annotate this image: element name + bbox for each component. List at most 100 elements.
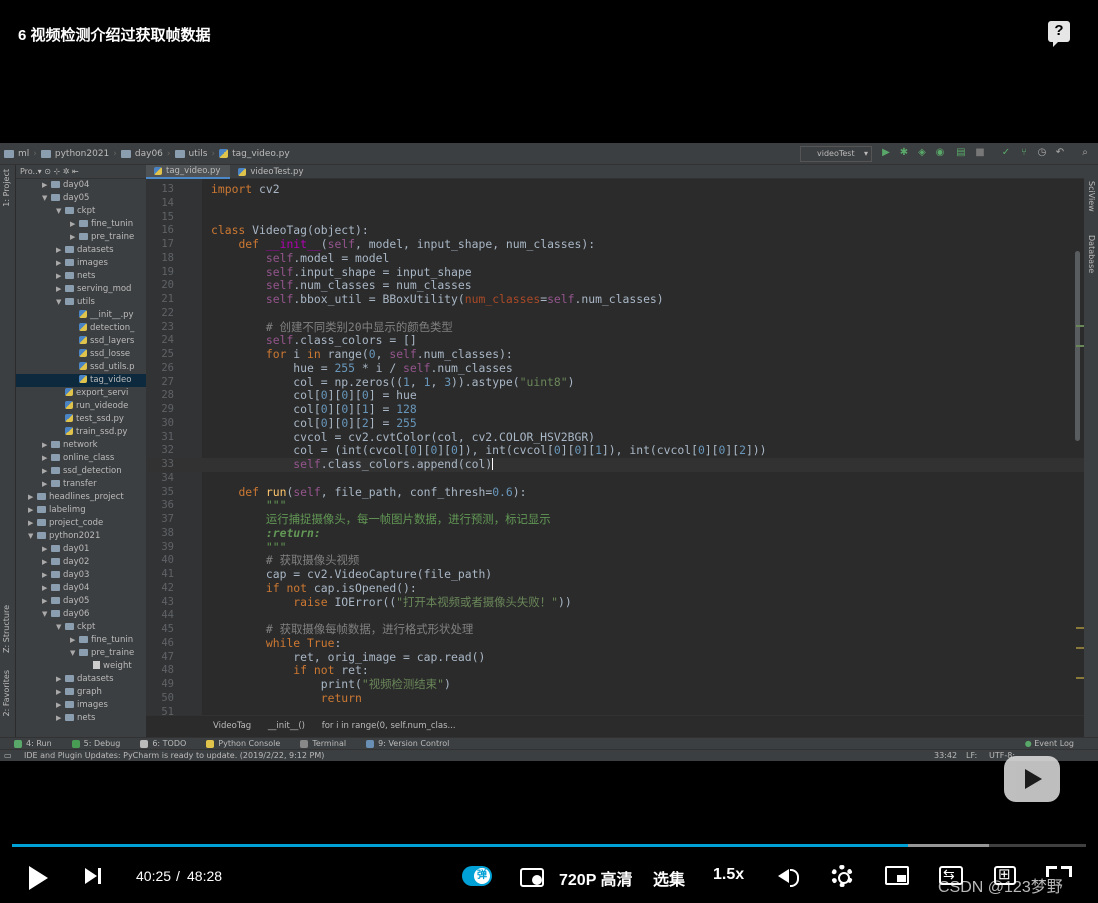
tree-item[interactable]: ▶ day03 [16,569,146,582]
collapsed-arrow-icon[interactable]: ▶ [42,465,51,478]
expanded-arrow-icon[interactable]: ▼ [42,192,51,205]
collapsed-arrow-icon[interactable]: ▶ [70,231,79,244]
tree-item[interactable]: ▼ python2021 [16,530,146,543]
stop-icon[interactable]: ■ [975,148,985,158]
status-message[interactable]: IDE and Plugin Updates: PyCharm is ready… [24,750,324,761]
tree-item[interactable]: ▶ pre_traine [16,231,146,244]
breadcrumb-ml[interactable]: ml [0,149,33,159]
quality-button[interactable]: 720P 高清 [559,866,633,890]
run-config-select[interactable]: videoTest [800,146,872,162]
code-line[interactable]: 25 for i in range(0, self.num_classes): [146,347,1084,362]
code-line[interactable]: 35 def run(self, file_path, conf_thresh=… [146,485,1084,500]
tree-item[interactable]: ▶ project_code [16,517,146,530]
breadcrumb-day06[interactable]: day06 [117,149,167,159]
collapsed-arrow-icon[interactable]: ▶ [56,699,65,712]
code-line[interactable]: 27 col = np.zeros((1, 1, 3)).astype("uin… [146,375,1084,390]
tree-item[interactable]: ▼ utils [16,296,146,309]
tree-item[interactable]: ▶ day04 [16,582,146,595]
collapsed-arrow-icon[interactable]: ▶ [42,179,51,192]
code-line[interactable]: 49 print("视频检测结束") [146,677,1084,692]
tree-item[interactable]: train_ssd.py [16,426,146,439]
tool-window-button[interactable]: Python Console [200,738,286,749]
tree-item[interactable]: detection_ [16,322,146,335]
editor-tab[interactable]: videoTest.py [230,165,313,179]
tree-item[interactable]: ▶ ssd_detection [16,465,146,478]
code-line[interactable]: 20 self.num_classes = num_classes [146,278,1084,293]
tree-item[interactable]: ▶ graph [16,686,146,699]
revert-icon[interactable]: ↶ [1055,148,1065,158]
code-line[interactable]: 19 self.input_shape = input_shape [146,265,1084,280]
tree-item[interactable]: ▼ day05 [16,192,146,205]
tree-item[interactable]: ▶ datasets [16,673,146,686]
tree-item[interactable]: ▼ day06 [16,608,146,621]
collapsed-arrow-icon[interactable]: ▶ [42,478,51,491]
history-icon[interactable]: ◷ [1037,148,1047,158]
code-line[interactable]: 18 self.model = model [146,251,1084,266]
collapsed-arrow-icon[interactable]: ▶ [42,556,51,569]
expanded-arrow-icon[interactable]: ▼ [28,530,37,543]
tree-item[interactable]: ▶ day01 [16,543,146,556]
code-line[interactable]: 46 while True: [146,636,1084,651]
locate-icon[interactable]: ⊙ [44,167,51,176]
code-line[interactable]: 50 return [146,691,1084,706]
hide-icon[interactable]: ⇤ [72,167,79,176]
tree-item[interactable]: ▶ serving_mod [16,283,146,296]
speed-button[interactable]: 1.5x [713,866,744,884]
code-line[interactable]: 44 [146,609,1084,623]
tree-item[interactable]: ▶ headlines_project [16,491,146,504]
code-line[interactable]: 40 # 获取摄像头视频 [146,553,1084,568]
collapsed-arrow-icon[interactable]: ▶ [42,595,51,608]
collapsed-arrow-icon[interactable]: ▶ [42,439,51,452]
expanded-arrow-icon[interactable]: ▼ [70,647,79,660]
tool-window-button[interactable]: 5: Debug [66,738,127,749]
project-panel-header[interactable]: Pro..▾ ⊙ ⊹ ✲ ⇤ [16,165,146,179]
code-line[interactable]: 31 cvcol = cv2.cvtColor(col, cv2.COLOR_H… [146,430,1084,445]
code-line[interactable]: 13 import cv2 [146,182,1084,197]
code-line[interactable]: 39 """ [146,540,1084,555]
tool-window-button[interactable]: 6: TODO [134,738,192,749]
code-line[interactable]: 22 [146,307,1084,321]
code-line[interactable]: 48 if not ret: [146,663,1084,678]
code-line[interactable]: 15 [146,211,1084,225]
code-line[interactable]: 42 if not cap.isOpened(): [146,581,1084,596]
tree-item[interactable]: weight [16,660,146,673]
collapsed-arrow-icon[interactable]: ▶ [56,244,65,257]
tree-item[interactable]: ssd_layers [16,335,146,348]
picture-in-picture-icon[interactable] [885,866,909,885]
build-icon[interactable]: ▤ [956,148,966,158]
profile-icon[interactable]: ◉ [935,148,945,158]
search-icon[interactable]: ⌕ [1080,148,1090,158]
code-area[interactable]: 13 import cv2 14 15 16 class VideoTag(object)… [146,182,1084,719]
sciview-tool-tab[interactable]: SciView [1087,181,1096,212]
line-separator[interactable]: LF: [966,750,977,761]
collapsed-arrow-icon[interactable]: ▶ [42,569,51,582]
settings-gear-icon[interactable] [831,865,853,887]
code-line[interactable]: 30 col[0][0][2] = 255 [146,416,1084,431]
breadcrumb-method[interactable]: __init__() [268,721,305,731]
tree-item[interactable]: export_servi [16,387,146,400]
progress-bar[interactable] [12,844,1086,847]
tree-item[interactable]: tag_video [16,374,146,387]
collapsed-arrow-icon[interactable]: ▶ [42,452,51,465]
code-line[interactable]: 47 ret, orig_image = cap.read() [146,650,1084,665]
play-button[interactable] [29,866,48,890]
breadcrumb-file[interactable]: tag_video.py [215,149,294,159]
code-line[interactable]: 26 hue = 255 * i / self.num_classes [146,361,1084,376]
tree-item[interactable]: ▶ network [16,439,146,452]
danmaku-toggle[interactable]: 弹 [462,866,492,886]
episodes-button[interactable]: 选集 [653,866,685,890]
breadcrumb-utils[interactable]: utils [171,149,212,159]
code-line[interactable]: 34 [146,472,1084,486]
breadcrumb-class[interactable]: VideoTag [213,721,251,731]
collapsed-arrow-icon[interactable]: ▶ [70,634,79,647]
code-line[interactable]: 41 cap = cv2.VideoCapture(file_path) [146,567,1084,582]
tree-item[interactable]: ▶ transfer [16,478,146,491]
favorites-tool-tab[interactable]: 2: Favorites [2,670,11,716]
next-episode-button[interactable] [85,868,102,885]
status-warning-icon[interactable]: ▭ [4,750,12,761]
editor-tab[interactable]: tag_video.py [146,165,231,179]
tree-item[interactable]: ▶ day02 [16,556,146,569]
tree-item[interactable]: ▼ ckpt [16,205,146,218]
center-play-icon[interactable] [1004,756,1060,802]
database-tool-tab[interactable]: Database [1087,235,1096,273]
